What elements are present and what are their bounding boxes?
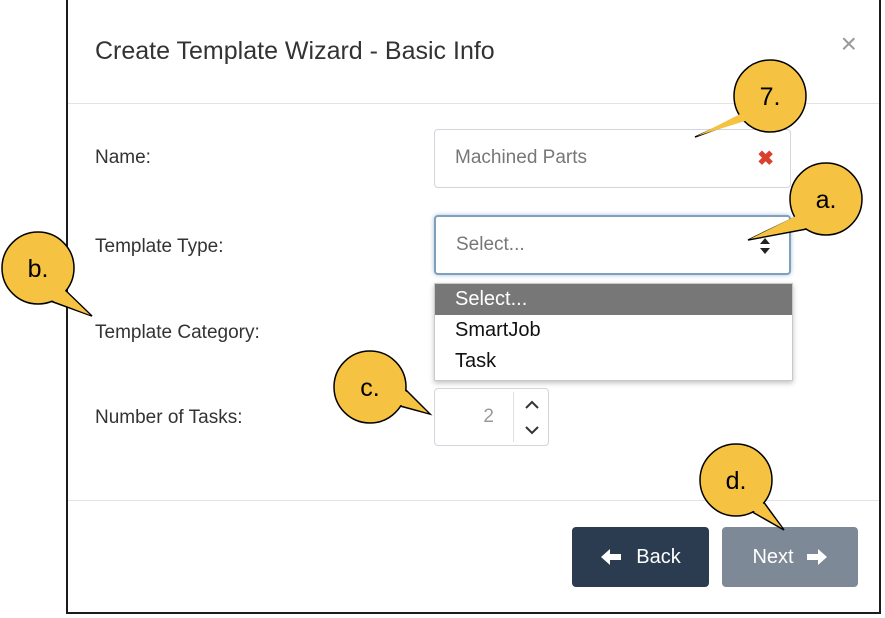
callout-c-label: c. — [360, 374, 379, 402]
callout-d-label: d. — [726, 467, 747, 495]
callout-c: c. — [333, 350, 433, 424]
annotation-callouts: 7. a. b. c. d. — [1, 59, 863, 531]
callout-b: b. — [1, 231, 93, 317]
callout-a: a. — [747, 162, 863, 241]
callout-d: d. — [699, 443, 785, 531]
callout-7: 7. — [694, 59, 807, 138]
callout-b-label: b. — [28, 255, 49, 283]
callout-7-label: 7. — [760, 83, 781, 111]
callout-a-label: a. — [816, 186, 837, 214]
